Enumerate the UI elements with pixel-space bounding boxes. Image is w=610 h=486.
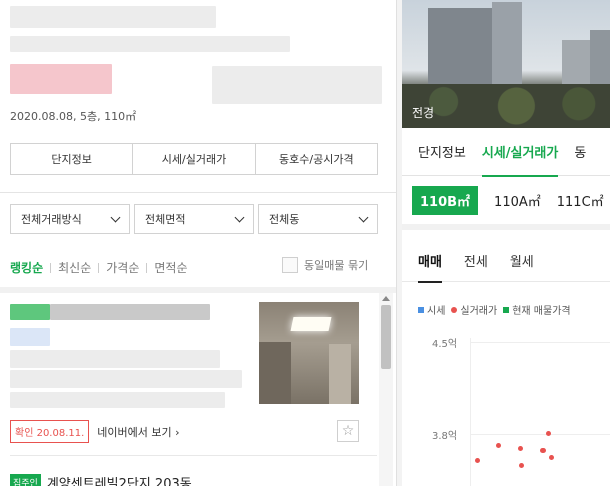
y-tick-label: 3.8억: [432, 431, 458, 442]
area-option[interactable]: 111C㎡: [557, 191, 604, 210]
complex-tabs: 단지정보 시세/실거래가 동: [402, 128, 610, 177]
price-chart[interactable]: 4.5억 3.8억: [402, 330, 610, 486]
app-root: 2020.08.08, 5층, 110㎡ 단지정보 시세/실거래가 동호수/공시…: [0, 0, 610, 486]
confirm-badge: 확인 20.08.11.: [10, 420, 90, 443]
blurred-title: [10, 6, 216, 28]
tab-jeonse[interactable]: 전세: [464, 240, 488, 282]
photo-label: 전경: [412, 106, 435, 120]
section-divider: [402, 224, 610, 230]
scrollbar-thumb[interactable]: [381, 305, 391, 369]
tab-building[interactable]: 동: [574, 128, 586, 176]
grid-line: [470, 342, 610, 343]
sort-divider: [50, 262, 52, 273]
divider: [0, 192, 396, 193]
legend-swatch: [418, 306, 424, 313]
owner-tag: 집주인: [10, 474, 41, 486]
data-point[interactable]: [518, 445, 523, 451]
legend-swatch: [503, 306, 510, 313]
sort-divider: [98, 262, 100, 273]
blurred-meta: [212, 66, 382, 104]
blurred-listing-desc: [10, 370, 242, 388]
legend-label: 실거래가: [460, 306, 498, 317]
same-listing-label: 동일매물 묶기: [304, 259, 369, 272]
sort-divider: [146, 262, 148, 273]
legend-swatch: [451, 306, 458, 313]
blurred-listing-price: [10, 328, 50, 346]
blurred-listing-detail: [10, 350, 220, 368]
legend-item: 시세: [418, 302, 445, 317]
sort-latest[interactable]: 최신순: [58, 259, 91, 276]
area-option[interactable]: 110B㎡: [412, 185, 479, 215]
sort-price[interactable]: 가격순: [106, 259, 139, 276]
listing-name: 계양센트레빌2단지 203동: [46, 477, 192, 486]
complex-photo[interactable]: 전경: [402, 0, 610, 128]
wall-shadow: [259, 342, 291, 404]
filter-building[interactable]: 전체동: [258, 204, 378, 234]
legend-item: 실거래가: [451, 302, 497, 317]
tab-market-price[interactable]: 시세/실거래가: [481, 128, 558, 177]
tab-complex-info[interactable]: 단지정보: [418, 128, 466, 176]
filter-label: 전체면적: [145, 213, 186, 226]
data-point[interactable]: [519, 462, 524, 468]
tab-unit-price[interactable]: 동호수/공시가격: [256, 144, 377, 174]
listing-panel: 2020.08.08, 5층, 110㎡ 단지정보 시세/실거래가 동호수/공시…: [0, 0, 396, 486]
y-tick-label: 4.5억: [432, 339, 458, 350]
same-listing-toggle[interactable]: 동일매물 묶기: [282, 257, 368, 273]
listing-tag-blur: [10, 304, 50, 320]
data-point[interactable]: [541, 448, 546, 454]
grid-line: [470, 434, 610, 435]
star-icon[interactable]: ☆: [337, 420, 359, 442]
detail-tabs: 단지정보 시세/실거래가 동호수/공시가격: [10, 143, 378, 175]
checkbox[interactable]: [282, 257, 298, 273]
chart-legend: 시세 실거래가 현재 매물가격: [418, 302, 577, 317]
legend-label: 현재 매물가격: [512, 306, 571, 317]
area-selector: 110B㎡ 110A㎡ 111C㎡: [402, 176, 610, 224]
naver-link[interactable]: 네이버에서 보기 ›: [97, 424, 179, 440]
listing-thumbnail[interactable]: [259, 302, 359, 404]
tab-market-price[interactable]: 시세/실거래가: [133, 144, 256, 174]
filter-label: 전체동: [269, 213, 300, 226]
data-point[interactable]: [546, 431, 551, 437]
tab-sale[interactable]: 매매: [418, 240, 442, 283]
filter-label: 전체거래방식: [21, 213, 82, 226]
tab-monthly[interactable]: 월세: [510, 240, 534, 282]
legend-label: 시세: [427, 306, 446, 317]
legend-item: 현재 매물가격: [503, 302, 571, 317]
list-item[interactable]: 집주인 계양센트레빌2단지 203동: [10, 473, 192, 486]
sort-area[interactable]: 면적순: [154, 259, 187, 276]
complex-panel: 전경 단지정보 시세/실거래가 동 110B㎡ 110A㎡ 111C㎡ 매매 전…: [402, 0, 610, 486]
blurred-listing-agent: [10, 392, 225, 408]
listing-divider: [10, 455, 377, 456]
section-divider: [0, 287, 396, 293]
ceiling-light: [290, 317, 332, 331]
tab-complex-info[interactable]: 단지정보: [11, 144, 134, 174]
data-point[interactable]: [496, 443, 501, 449]
scroll-up-icon[interactable]: [382, 296, 390, 301]
scrollbar[interactable]: [379, 293, 393, 486]
area-option[interactable]: 110A㎡: [494, 191, 541, 210]
chevron-down-icon: [358, 212, 369, 223]
sort-options: 랭킹순 최신순 가격순 면적순: [10, 259, 188, 276]
door: [329, 344, 351, 404]
filter-trade-type[interactable]: 전체거래방식: [10, 204, 130, 234]
filter-bar: 전체거래방식 전체면적 전체동: [10, 204, 378, 234]
filter-area[interactable]: 전체면적: [134, 204, 254, 234]
deal-info: 2020.08.08, 5층, 110㎡: [10, 110, 137, 123]
data-point[interactable]: [475, 457, 480, 463]
chevron-down-icon: [234, 212, 245, 223]
listing-confirm-row: 확인 20.08.11. 네이버에서 보기 ›: [10, 420, 180, 443]
blurred-listing-title: [50, 304, 210, 320]
blurred-price: [10, 64, 112, 94]
deal-type-tabs: 매매 전세 월세: [402, 240, 610, 283]
chevron-down-icon: [110, 212, 121, 223]
chart-axis: [470, 338, 471, 486]
sort-ranking[interactable]: 랭킹순: [10, 259, 43, 276]
blurred-subtitle: [10, 36, 290, 52]
data-point[interactable]: [549, 455, 554, 461]
